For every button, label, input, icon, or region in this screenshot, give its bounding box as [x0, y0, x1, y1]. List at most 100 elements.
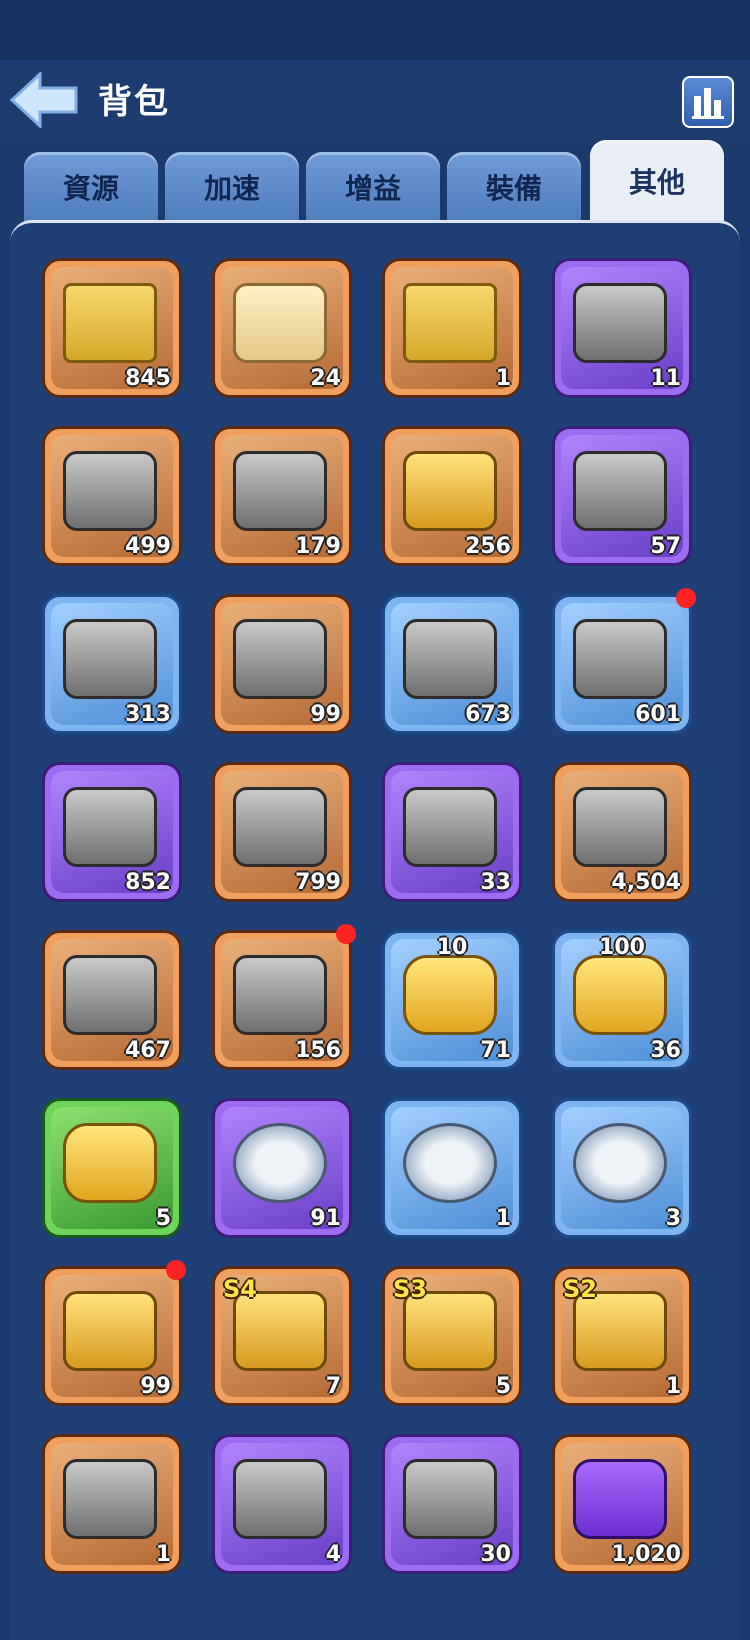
inventory-item[interactable]: 3 — [552, 1098, 692, 1238]
bar-chart-icon — [692, 88, 724, 119]
mystery-chest-equipment-icon — [63, 451, 157, 531]
spartan-chest-icon — [63, 955, 157, 1035]
item-count: 499 — [125, 534, 171, 559]
item-count: 99 — [310, 702, 341, 727]
tab-resources[interactable]: 資源 — [24, 152, 158, 222]
item-count: 4,504 — [611, 870, 681, 895]
tab-bar: 資源 加速 增益 裝備 其他 — [24, 140, 726, 222]
inventory-item[interactable]: 5 — [42, 1098, 182, 1238]
scroll-decree-icon — [233, 283, 327, 363]
inventory-item[interactable]: 30 — [382, 1434, 522, 1574]
inventory-item[interactable]: 601 — [552, 594, 692, 734]
item-count: 1 — [495, 366, 511, 391]
inventory-item[interactable]: 4,504 — [552, 762, 692, 902]
inventory-item[interactable]: 10 71 — [382, 930, 522, 1070]
inventory-item[interactable]: 845 — [42, 258, 182, 398]
bronze-chest-purple-icon — [63, 787, 157, 867]
notification-dot — [166, 1260, 186, 1280]
item-count: 36 — [650, 1038, 681, 1063]
item-count: 1 — [495, 1206, 511, 1231]
mystery-chest-icon — [63, 619, 157, 699]
inventory-item[interactable]: 1 — [42, 1434, 182, 1574]
item-top-label: 100 — [599, 935, 645, 960]
inventory-item[interactable]: 24 — [212, 258, 352, 398]
golden-trophy-ticket-icon — [63, 283, 157, 363]
inventory-item[interactable]: 1 — [382, 1098, 522, 1238]
inventory-item[interactable]: 256 — [382, 426, 522, 566]
loot-sack-icon — [573, 619, 667, 699]
inventory-item[interactable]: 11 — [552, 258, 692, 398]
inventory-item[interactable]: S4 7 — [212, 1266, 352, 1406]
item-top-label: 10 — [436, 935, 468, 960]
item-count: 3 — [665, 1206, 681, 1231]
item-count: 467 — [125, 1038, 171, 1063]
item-count: 673 — [465, 702, 511, 727]
item-count: 845 — [125, 366, 171, 391]
vip-hex-10-icon — [403, 955, 497, 1035]
item-count: 4 — [325, 1542, 341, 1567]
item-count: 11 — [650, 366, 681, 391]
notification-dot — [336, 924, 356, 944]
30-ticket-icon — [403, 283, 497, 363]
item-count: 30 — [480, 1542, 511, 1567]
banner-expansion-icon — [573, 1123, 667, 1203]
tab-other[interactable]: 其他 — [590, 140, 724, 222]
inventory-item[interactable]: 99 — [212, 594, 352, 734]
puzzle-chest-icon — [403, 1459, 497, 1539]
tower-expansion-icon — [233, 1123, 327, 1203]
item-count: 601 — [635, 702, 681, 727]
inventory-item[interactable]: 852 — [42, 762, 182, 902]
back-button[interactable] — [9, 70, 80, 130]
back-arrow-icon — [9, 70, 78, 130]
inventory-item[interactable]: 156 — [212, 930, 352, 1070]
item-count: 179 — [295, 534, 341, 559]
castle-expansion-icon — [403, 1123, 497, 1203]
item-count: 7 — [325, 1374, 341, 1399]
inventory-item[interactable]: 467 — [42, 930, 182, 1070]
item-count: 5 — [155, 1206, 171, 1231]
inventory-item[interactable]: 179 — [212, 426, 352, 566]
relocation-compass-icon — [573, 283, 667, 363]
vip-hex-timed-icon — [63, 1123, 157, 1203]
season-label: S4 — [223, 1275, 257, 1303]
season-label: S2 — [563, 1275, 597, 1303]
purple-crest-icon — [573, 1459, 667, 1539]
item-count: 1 — [155, 1542, 171, 1567]
season-label: S3 — [393, 1275, 427, 1303]
royal-chest-icon — [63, 1459, 157, 1539]
inventory-item[interactable]: 499 — [42, 426, 182, 566]
inventory-item[interactable]: 99 — [42, 1266, 182, 1406]
item-count: 256 — [465, 534, 511, 559]
stats-button[interactable] — [682, 76, 734, 128]
notification-dot — [676, 588, 696, 608]
inventory-item[interactable]: 91 — [212, 1098, 352, 1238]
inventory-item[interactable]: 673 — [382, 594, 522, 734]
tab-speedups[interactable]: 加速 — [165, 152, 299, 222]
item-count: 852 — [125, 870, 171, 895]
inventory-item[interactable]: 33 — [382, 762, 522, 902]
inventory-item[interactable]: 100 36 — [552, 930, 692, 1070]
inventory-item[interactable]: 1,020 — [552, 1434, 692, 1574]
season-chest-s4-icon — [233, 1291, 327, 1371]
item-count: 24 — [310, 366, 341, 391]
supply-pack-icon — [233, 619, 327, 699]
item-count: 33 — [480, 870, 511, 895]
inventory-item[interactable]: 313 — [42, 594, 182, 734]
inventory-item[interactable]: 4 — [212, 1434, 352, 1574]
tab-boosts[interactable]: 增益 — [306, 152, 440, 222]
item-count: 1 — [665, 1374, 681, 1399]
bronze-chest-icon — [233, 787, 327, 867]
item-count: 156 — [295, 1038, 341, 1063]
spiked-chest-icon — [233, 955, 327, 1035]
inventory-item[interactable]: 1 — [382, 258, 522, 398]
inventory-item[interactable]: 57 — [552, 426, 692, 566]
inventory-item[interactable]: S3 5 — [382, 1266, 522, 1406]
golden-mystery-chest-icon — [403, 451, 497, 531]
mystery-chest-purple-icon — [573, 451, 667, 531]
tab-equipment[interactable]: 裝備 — [447, 152, 581, 222]
inventory-item[interactable]: S2 1 — [552, 1266, 692, 1406]
mystery-chest-cards-icon — [233, 451, 327, 531]
inventory-item[interactable]: 799 — [212, 762, 352, 902]
item-count: 99 — [140, 1374, 171, 1399]
item-count: 5 — [495, 1374, 511, 1399]
